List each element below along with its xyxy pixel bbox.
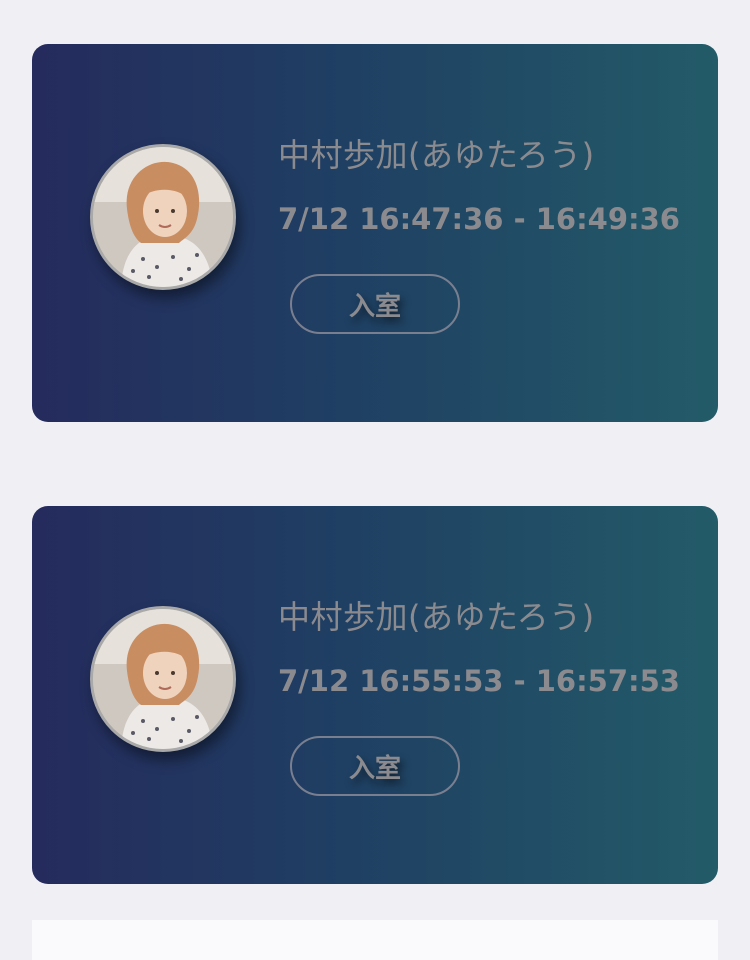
performer-name: 中村歩加(あゆたろう) [278,598,595,636]
next-card-partial [32,920,718,960]
enter-room-button[interactable]: 入室 [290,274,460,334]
session-card: 中村歩加(あゆたろう) 7/12 16:47:36 - 16:49:36 入室 [32,44,718,422]
avatar-photo-icon [93,609,233,749]
session-time: 7/12 16:55:53 - 16:57:53 [278,664,680,698]
avatar [90,144,236,290]
performer-name: 中村歩加(あゆたろう) [278,136,595,174]
avatar-photo-icon [93,147,233,287]
avatar [90,606,236,752]
enter-room-button[interactable]: 入室 [290,736,460,796]
session-card: 中村歩加(あゆたろう) 7/12 16:55:53 - 16:57:53 入室 [32,506,718,884]
session-time: 7/12 16:47:36 - 16:49:36 [278,202,680,236]
